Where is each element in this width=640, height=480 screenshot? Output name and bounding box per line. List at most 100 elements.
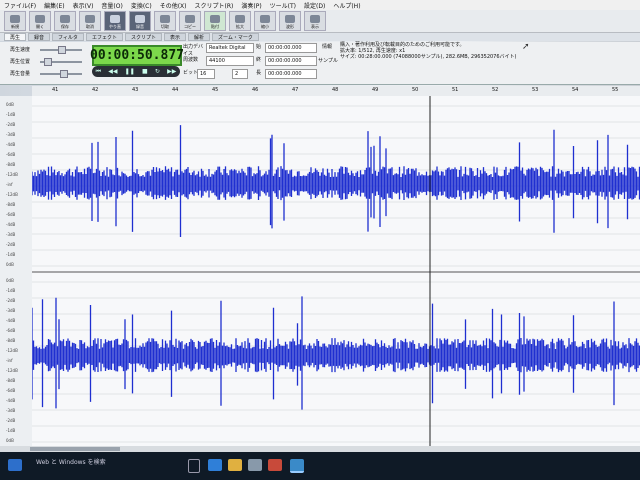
toolbar-button-6[interactable]: 切取 <box>154 11 176 31</box>
menu-item-3[interactable]: 音量(O) <box>101 1 122 10</box>
function-tabs: 再生 録音 フィルタ エフェクト スクリプト 表示 解析 ズーム・マーク <box>0 33 640 41</box>
toolbar-button-5[interactable]: 録音 <box>129 11 151 31</box>
forward-icon[interactable]: ▶▶ <box>167 68 176 75</box>
ruler-tick-6: 47 <box>292 87 299 93</box>
toolbar-button-4[interactable]: やり直 <box>104 11 126 31</box>
play-position-label: 再生位置 <box>10 59 31 65</box>
axis-label-ch2: -2dB <box>6 418 16 423</box>
toolbar-button-2[interactable]: 保存 <box>54 11 76 31</box>
tab-7[interactable]: ズーム・マーク <box>212 33 259 41</box>
axis-label-ch1: -4dB <box>6 142 16 147</box>
toolbar-button-10[interactable]: 縮小 <box>254 11 276 31</box>
axis-label-ch2: 0dB <box>6 278 14 283</box>
menu-item-1[interactable]: 編集(E) <box>44 1 64 10</box>
tab-5[interactable]: 表示 <box>163 33 186 41</box>
menu-item-5[interactable]: その他(X) <box>160 1 187 10</box>
toolbar-button-3[interactable]: 取消 <box>79 11 101 31</box>
menu-item-10[interactable]: ヘルプ(H) <box>333 1 360 10</box>
tab-0[interactable]: 再生 <box>4 33 27 41</box>
toolbar-label-4: やり直 <box>109 24 121 29</box>
play-volume-knob[interactable] <box>60 70 68 78</box>
toolbar-button-1[interactable]: 開く <box>29 11 51 31</box>
ruler-tick-4: 45 <box>212 87 219 93</box>
ruler-tick-3: 44 <box>172 87 179 93</box>
axis-label-ch2: -3dB <box>6 308 16 313</box>
toolbar-button-7[interactable]: コピー <box>179 11 201 31</box>
start-label: 始 <box>256 44 262 50</box>
rewind-icon[interactable]: ◀◀ <box>108 68 117 75</box>
file-explorer-icon[interactable] <box>228 459 242 471</box>
axis-label-ch1: -1dB <box>6 252 16 257</box>
start-time-field[interactable]: 00:00:00.000 <box>265 43 317 53</box>
axis-label-ch2: -8dB <box>6 378 16 383</box>
stop-icon[interactable]: ■ <box>142 68 148 75</box>
menu-item-6[interactable]: スクリプト(R) <box>195 1 234 10</box>
play-speed-label: 再生速度 <box>10 47 31 53</box>
end-time-field[interactable]: 00:00:00.000 <box>265 56 317 66</box>
toolbar-button-9[interactable]: 拡大 <box>229 11 251 31</box>
toolbar-icon-9 <box>235 15 245 23</box>
start-icon[interactable] <box>8 459 22 471</box>
screen: ファイル(F) 編集(E) 表示(V) 音量(O) 変換(C) その他(X) スクリプト(R… <box>0 0 640 480</box>
output-device-select[interactable]: Realtek Digital <box>206 43 254 53</box>
toolbar-icon-4 <box>110 15 120 23</box>
tab-4[interactable]: スクリプト <box>124 33 162 41</box>
axis-label-ch1: -12dB <box>6 172 18 177</box>
menu-item-8[interactable]: ツール(T) <box>270 1 296 10</box>
toolbar: 新規 開く 保存 取消 やり直 録音 切取 コピー 貼付 拡大 縮小 波形 表示 <box>0 10 640 33</box>
mouse-pointer-icon: ➚ <box>522 42 530 52</box>
waveform-view[interactable] <box>31 96 640 448</box>
tab-6[interactable]: 解析 <box>187 33 210 41</box>
channels-select[interactable]: 2 <box>232 69 248 79</box>
menu-item-7[interactable]: 演奏(P) <box>241 1 261 10</box>
toolbar-button-12[interactable]: 表示 <box>304 11 326 31</box>
tab-3[interactable]: エフェクト <box>85 33 123 41</box>
taskbar-search[interactable]: Web と Windows を検索 <box>36 457 106 466</box>
menu-item-0[interactable]: ファイル(F) <box>4 1 36 10</box>
ruler-tick-9: 50 <box>412 87 419 93</box>
toolbar-icon-7 <box>185 15 195 23</box>
axis-label-ch1: -2dB <box>6 122 16 127</box>
ruler-tick-10: 51 <box>452 87 459 93</box>
play-volume-label: 再生音量 <box>10 71 31 77</box>
rewind-start-icon[interactable]: ⏮ <box>96 68 101 76</box>
edge-icon[interactable] <box>208 459 222 471</box>
menu-item-4[interactable]: 変換(C) <box>131 1 152 10</box>
sample-rate-select[interactable]: 44100 <box>206 56 254 66</box>
media-icon[interactable] <box>268 459 282 471</box>
toolbar-label-11: 波形 <box>286 24 294 29</box>
toolbar-button-11[interactable]: 波形 <box>279 11 301 31</box>
toolbar-label-0: 新規 <box>11 24 19 29</box>
waveform-canvas[interactable] <box>31 96 640 448</box>
toolbar-label-6: 切取 <box>161 24 169 29</box>
toolbar-button-8[interactable]: 貼付 <box>204 11 226 31</box>
menu-item-2[interactable]: 表示(V) <box>73 1 94 10</box>
info-line-3: サイズ: 00:28:00.000 (74088000サンプル), 282.6M… <box>340 54 517 60</box>
bits-select[interactable]: 16 <box>197 69 215 79</box>
axis-label-ch1: -inf <box>6 182 13 187</box>
tab-1[interactable]: 録音 <box>28 33 51 41</box>
toolbar-label-9: 拡大 <box>236 24 244 29</box>
axis-label-ch2: -4dB <box>6 318 16 323</box>
tab-2[interactable]: フィルタ <box>52 33 84 41</box>
axis-label-ch2: -3dB <box>6 408 16 413</box>
scrollbar-thumb[interactable] <box>30 447 120 451</box>
axis-label-ch2: -2dB <box>6 298 16 303</box>
toolbar-icon-3 <box>85 15 95 23</box>
axis-label-ch1: 0dB <box>6 102 14 107</box>
play-position-knob[interactable] <box>44 58 52 66</box>
play-speed-knob[interactable] <box>58 46 66 54</box>
loop-icon[interactable]: ↻ <box>155 68 160 75</box>
pause-icon[interactable]: ❚❚ <box>125 68 135 75</box>
app-icon[interactable] <box>290 459 304 473</box>
toolbar-label-1: 開く <box>36 24 44 29</box>
menu-item-9[interactable]: 設定(D) <box>304 1 325 10</box>
toolbar-label-3: 取消 <box>86 24 94 29</box>
transport-controls: ⏮ ◀◀ ❚❚ ■ ↻ ▶▶ <box>92 66 180 77</box>
length-time-field[interactable]: 00:00:00.000 <box>265 69 317 79</box>
ruler-tick-1: 42 <box>92 87 99 93</box>
toolbar-icon-2 <box>60 15 70 23</box>
toolbar-button-0[interactable]: 新規 <box>4 11 26 31</box>
task-view-icon[interactable] <box>188 459 200 473</box>
store-icon[interactable] <box>248 459 262 471</box>
